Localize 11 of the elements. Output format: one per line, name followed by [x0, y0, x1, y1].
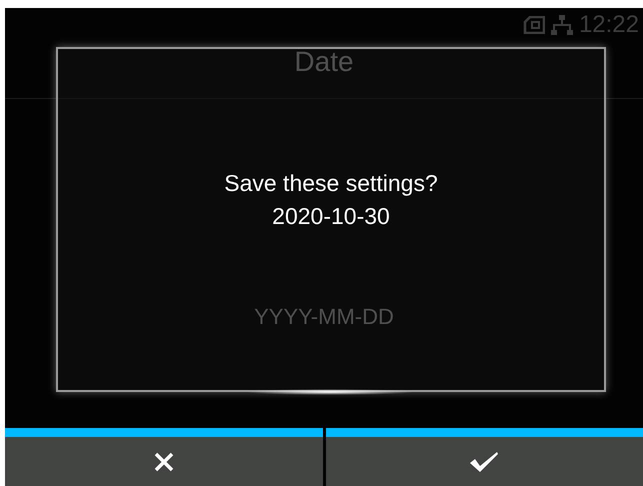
date-format-hint: YYYY-MM-DD — [254, 304, 394, 330]
dialog-date-value: 2020-10-30 — [272, 202, 390, 230]
confirm-button[interactable] — [326, 428, 643, 486]
screen-title: Date — [293, 45, 355, 79]
close-icon — [154, 452, 174, 472]
cancel-button[interactable] — [5, 428, 322, 486]
dialog-message: Save these settings? — [224, 170, 438, 196]
network-icon — [550, 15, 573, 35]
status-time: 12:22 — [578, 11, 639, 39]
card-icon — [522, 16, 545, 34]
checkmark-icon — [469, 450, 500, 472]
